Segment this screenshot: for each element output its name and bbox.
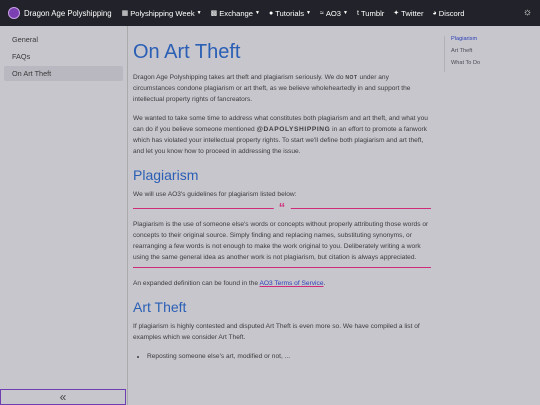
plagiarism-heading: Plagiarism	[133, 167, 199, 183]
nav-label: Twitter	[401, 8, 424, 18]
table-of-contents: Plagiarism Art Theft What To Do	[444, 36, 480, 72]
top-navbar: Dragon Age Polyshipping ▦ Polyshipping W…	[0, 0, 540, 26]
nav-label: AO3	[325, 8, 342, 18]
expanded-definition-paragraph: An expanded definition can be found in t…	[133, 278, 431, 289]
nav-tumblr[interactable]: t Tumblr	[357, 9, 384, 18]
intro-paragraph-2: We wanted to take some time to address w…	[133, 113, 431, 157]
gift-icon: ▩	[210, 10, 218, 17]
intro-paragraph-1: Dragon Age Polyshipping takes art theft …	[133, 72, 431, 105]
brand-title: Dragon Age Polyshipping	[24, 8, 112, 18]
sidebar-item-faqs[interactable]: FAQs	[4, 49, 123, 64]
art-theft-paragraph: If plagiarism is highly contested and di…	[133, 323, 420, 341]
theme-toggle-sun-icon[interactable]: ☼	[523, 7, 532, 18]
question-icon: ●	[268, 9, 274, 17]
twitter-icon: ✦	[393, 10, 400, 17]
nav-label: Exchange	[219, 8, 253, 18]
nav-label: Tumblr	[360, 8, 385, 18]
double-chevron-left-icon: «	[59, 390, 67, 404]
sidebar-item-on-art-theft[interactable]: On Art Theft	[4, 66, 123, 81]
nav-label: Discord	[438, 8, 465, 18]
emphasis-not: not	[345, 74, 358, 81]
caret-down-icon: ▼	[306, 10, 311, 16]
handle-mention: @DAPOLYSHIPPING	[256, 126, 331, 133]
nav-ao3[interactable]: ≈ AO3 ▼	[320, 9, 348, 18]
toc-item-what-to-do[interactable]: What To Do	[451, 60, 480, 66]
sidebar-item-general[interactable]: General	[4, 32, 123, 47]
sidebar-divider	[127, 26, 128, 405]
toc-item-art-theft[interactable]: Art Theft	[451, 48, 480, 54]
nav-twitter[interactable]: ✦ Twitter	[393, 9, 423, 18]
page-title: On Art Theft	[133, 41, 241, 63]
list-item: Reposting someone else's art, modified o…	[147, 351, 431, 362]
discord-icon: ◕	[432, 9, 437, 17]
collapse-sidebar-button[interactable]: «	[0, 389, 126, 405]
art-theft-list: Reposting someone else's art, modified o…	[133, 351, 431, 362]
nav-polyshipping-week[interactable]: ▦ Polyshipping Week ▼	[122, 9, 202, 18]
caret-down-icon: ▼	[255, 10, 260, 16]
calendar-icon: ▦	[121, 10, 129, 17]
nav-label: Polyshipping Week	[130, 8, 195, 18]
quote-icon: “	[273, 201, 291, 215]
nav-exchange[interactable]: ▩ Exchange ▼	[211, 9, 260, 18]
nav-discord[interactable]: ◕ Discord	[433, 9, 465, 18]
quote-text: Plagiarism is the use of someone else's …	[133, 221, 429, 261]
plagiarism-paragraph: We will use AO3's guidelines for plagiar…	[133, 191, 297, 198]
sidebar: General FAQs On Art Theft «	[0, 26, 127, 405]
text-span: Dragon Age Polyshipping takes art theft …	[133, 74, 346, 81]
toc-item-plagiarism[interactable]: Plagiarism	[451, 36, 480, 42]
main-content: On Art Theft Dragon Age Polyshipping tak…	[133, 26, 431, 405]
ao3-icon: ≈	[319, 9, 324, 17]
nav-tutorials[interactable]: ● Tutorials ▼	[269, 9, 311, 18]
ao3-tos-link[interactable]: AO3 Terms of Service	[259, 280, 323, 287]
art-theft-heading: Art Theft	[133, 299, 187, 315]
text-span: .	[323, 280, 326, 287]
caret-down-icon: ▼	[343, 10, 348, 16]
text-span: An expanded definition can be found in t…	[133, 280, 260, 287]
nav-menu: ▦ Polyshipping Week ▼ ▩ Exchange ▼ ● Tut…	[122, 9, 474, 18]
tumblr-icon: t	[356, 9, 359, 17]
blockquote: “ Plagiarism is the use of someone else'…	[133, 201, 431, 268]
brand-link[interactable]: Dragon Age Polyshipping	[8, 7, 112, 19]
caret-down-icon: ▼	[196, 10, 202, 16]
nav-label: Tutorials	[275, 8, 305, 18]
logo-icon	[8, 7, 20, 19]
